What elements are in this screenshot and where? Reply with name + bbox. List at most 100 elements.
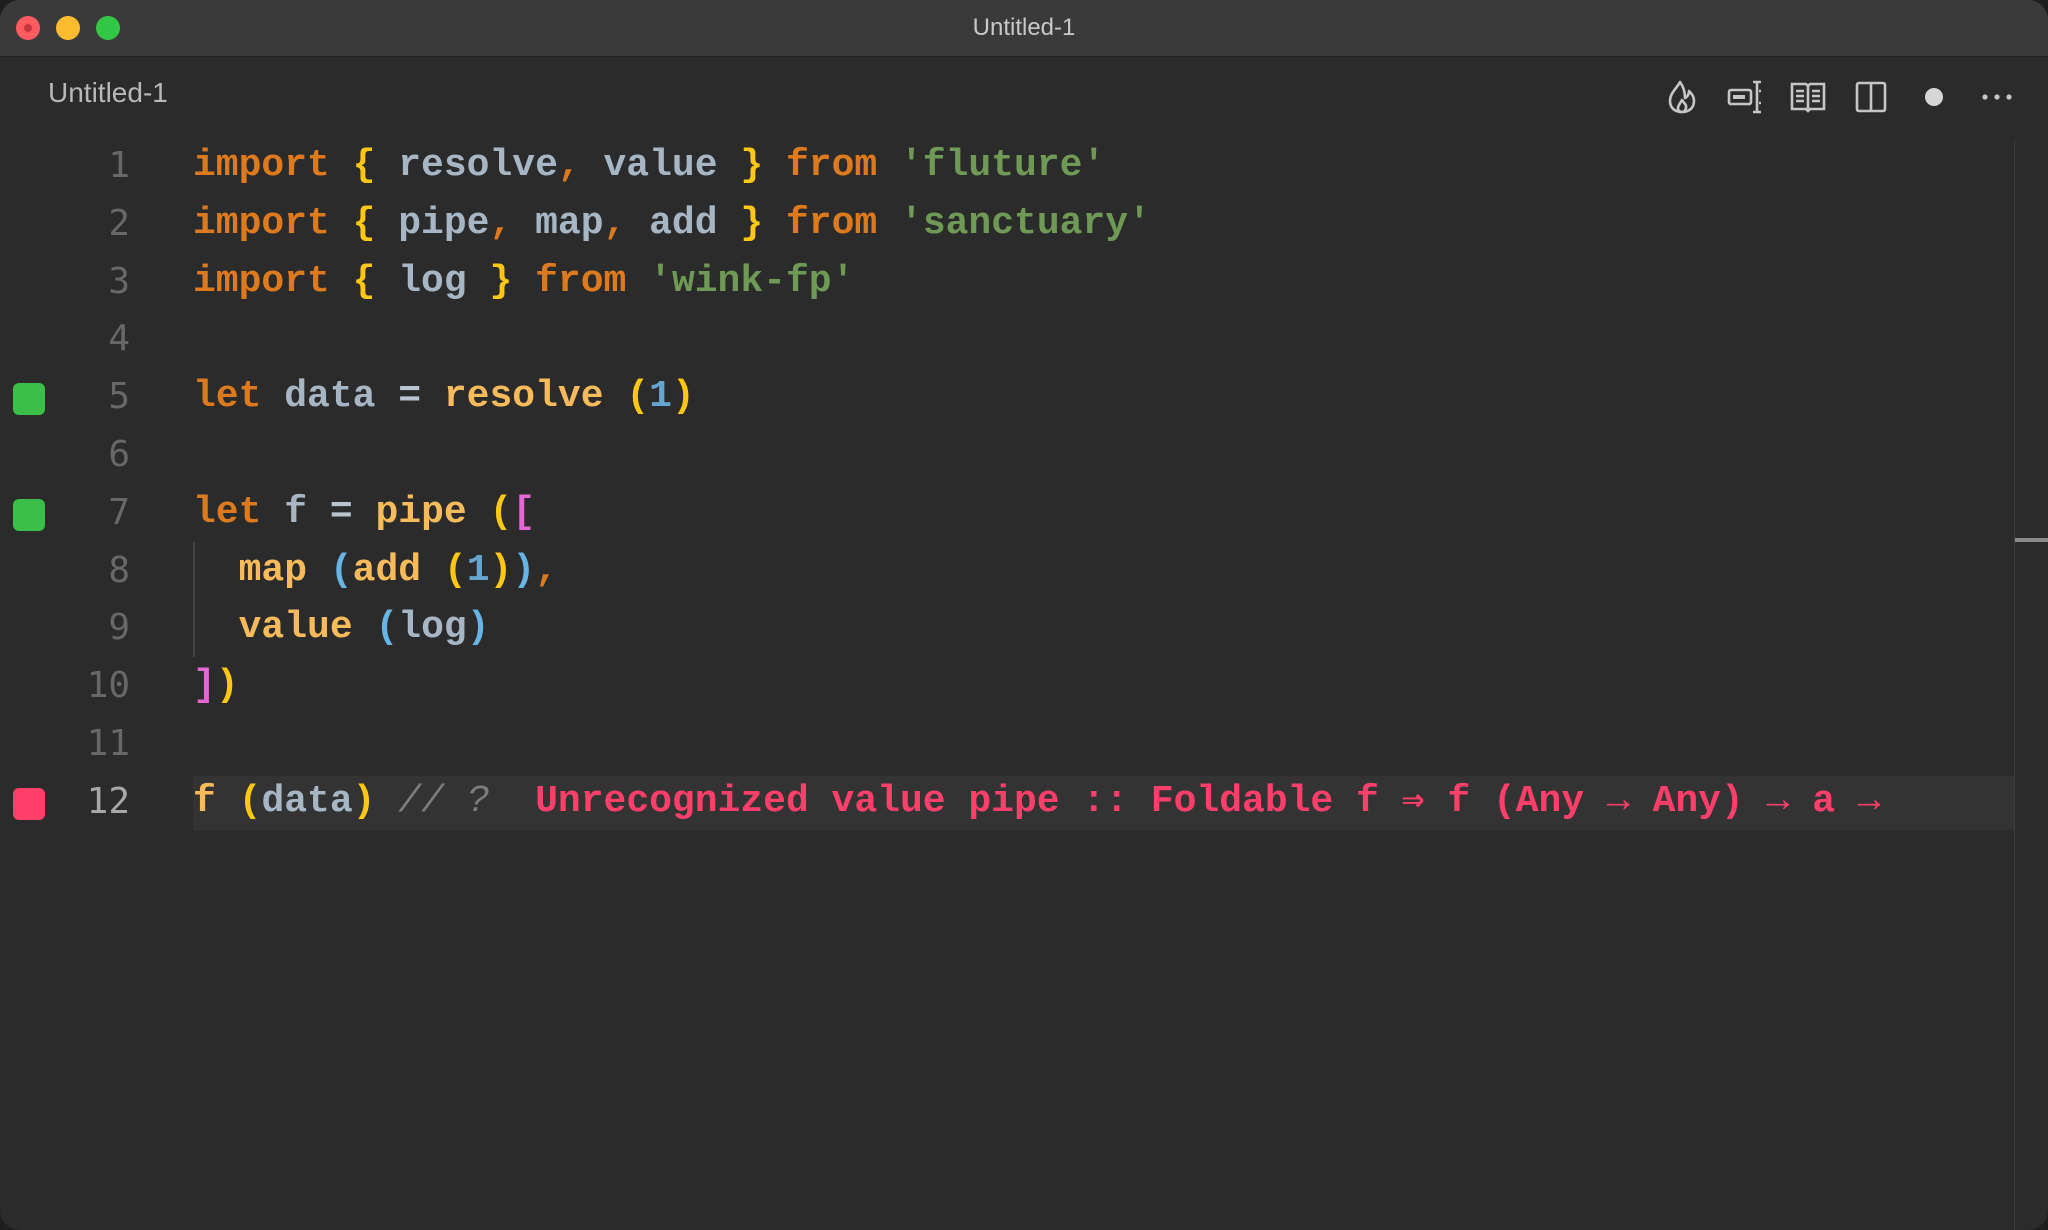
code-token: value bbox=[238, 606, 353, 650]
code-token: resolve bbox=[375, 144, 558, 187]
code-token: [ bbox=[512, 490, 536, 534]
code-text: map (add (1)), bbox=[193, 542, 558, 600]
split-editor-button[interactable] bbox=[1839, 75, 1902, 119]
code-line[interactable]: 8 map (add (1)), bbox=[0, 541, 2014, 600]
code-token: from bbox=[785, 144, 878, 187]
code-token: ] bbox=[193, 664, 216, 708]
code-token: value bbox=[580, 144, 741, 187]
line-number: 4 bbox=[108, 318, 130, 360]
code-token: ( bbox=[443, 548, 467, 592]
text-cursor-icon bbox=[1727, 80, 1761, 114]
code-text: import { pipe, map, add } from 'sanctuar… bbox=[193, 195, 1151, 253]
code-text: f (data) // ? Unrecognized value pipe ::… bbox=[193, 773, 1881, 831]
line-number: 12 bbox=[86, 780, 130, 822]
code-line[interactable]: 12 f (data) // ? Unrecognized value pipe … bbox=[0, 773, 2014, 831]
code-token: ( bbox=[489, 490, 513, 534]
code-token: data bbox=[261, 375, 399, 419]
code-token: map bbox=[238, 548, 308, 592]
code-token: , bbox=[557, 144, 581, 187]
line-number: 8 bbox=[108, 549, 130, 591]
flame-button[interactable] bbox=[1650, 75, 1713, 119]
code-token: , bbox=[489, 201, 513, 245]
code-token: import bbox=[193, 201, 330, 245]
code-line[interactable]: 11 bbox=[0, 715, 2014, 773]
code-token: 'fluture' bbox=[900, 144, 1106, 187]
code-token: ( bbox=[375, 606, 399, 650]
code-token: ) bbox=[489, 548, 513, 592]
line-number: 9 bbox=[108, 607, 130, 649]
code-line[interactable]: 2 import { pipe, map, add } from 'sanctua… bbox=[0, 195, 2014, 253]
code-token: ( bbox=[626, 375, 650, 419]
more-actions-icon bbox=[1981, 94, 2012, 100]
code-token: = bbox=[398, 375, 422, 419]
code-token: { bbox=[352, 144, 376, 187]
line-number: 10 bbox=[86, 665, 130, 707]
code-token: ( bbox=[329, 548, 353, 592]
inline-error-message: Unrecognized value pipe :: Foldable f ⇒ … bbox=[535, 779, 1881, 823]
code-token: let bbox=[193, 490, 262, 534]
code-editor[interactable]: 1 import { resolve, value } from 'fluture… bbox=[0, 137, 2014, 1230]
code-token: ) bbox=[512, 548, 536, 592]
tab-untitled-1[interactable]: Untitled-1 bbox=[48, 77, 168, 109]
line-number: 2 bbox=[108, 202, 130, 244]
code-token: { bbox=[352, 259, 376, 303]
code-token: log bbox=[375, 259, 490, 303]
code-line[interactable]: 3 import { log } from 'wink-fp' bbox=[0, 253, 2014, 311]
code-text: let data = resolve (1) bbox=[193, 368, 695, 426]
unsaved-dot-icon bbox=[1924, 88, 1943, 106]
code-token: 1 bbox=[649, 375, 672, 419]
code-line[interactable]: 6 bbox=[0, 426, 2014, 484]
vertical-scrollbar[interactable] bbox=[2014, 140, 2048, 1230]
code-token: add bbox=[626, 201, 741, 245]
code-text: value (log) bbox=[193, 599, 490, 657]
flame-icon bbox=[1668, 80, 1695, 114]
code-token: , bbox=[535, 548, 558, 592]
text-cursor-button[interactable] bbox=[1713, 75, 1776, 119]
code-token: } bbox=[740, 144, 764, 187]
code-token: log bbox=[398, 606, 467, 650]
code-line[interactable]: 1 import { resolve, value } from 'fluture… bbox=[0, 137, 2014, 195]
code-token: add bbox=[352, 548, 422, 592]
more-actions-button[interactable] bbox=[1965, 75, 2028, 119]
unsaved-indicator[interactable] bbox=[1902, 75, 1965, 119]
code-line[interactable]: 4 bbox=[0, 310, 2014, 368]
code-token: pipe bbox=[375, 490, 467, 534]
code-token: ) bbox=[466, 606, 490, 650]
code-token: { bbox=[352, 201, 376, 245]
code-token: ) bbox=[671, 375, 695, 419]
code-token: 1 bbox=[466, 548, 490, 592]
code-text: import { log } from 'wink-fp' bbox=[193, 253, 854, 311]
code-token: = bbox=[329, 490, 353, 534]
code-token: pipe bbox=[375, 201, 490, 245]
line-number: 5 bbox=[108, 376, 130, 418]
code-text: ]) bbox=[193, 657, 239, 715]
split-editor-icon bbox=[1855, 81, 1886, 113]
code-token: 'wink-fp' bbox=[649, 259, 855, 303]
editor-window: Untitled-1 Untitled-1 1 import { resolve… bbox=[0, 0, 2048, 1230]
code-line[interactable]: 9 value (log) bbox=[0, 599, 2014, 658]
code-token: import bbox=[193, 259, 330, 303]
code-line[interactable]: 7 let f = pipe ([ bbox=[0, 484, 2014, 542]
open-preview-button[interactable] bbox=[1776, 75, 1839, 119]
code-line[interactable]: 5 let data = resolve (1) bbox=[0, 368, 2014, 426]
code-token: import bbox=[193, 144, 330, 187]
line-number: 3 bbox=[108, 260, 130, 302]
code-token: from bbox=[535, 259, 627, 303]
cursor-position-marker bbox=[2015, 538, 2048, 542]
code-token: ) bbox=[215, 664, 239, 708]
code-line[interactable]: 10]) bbox=[0, 657, 2014, 715]
